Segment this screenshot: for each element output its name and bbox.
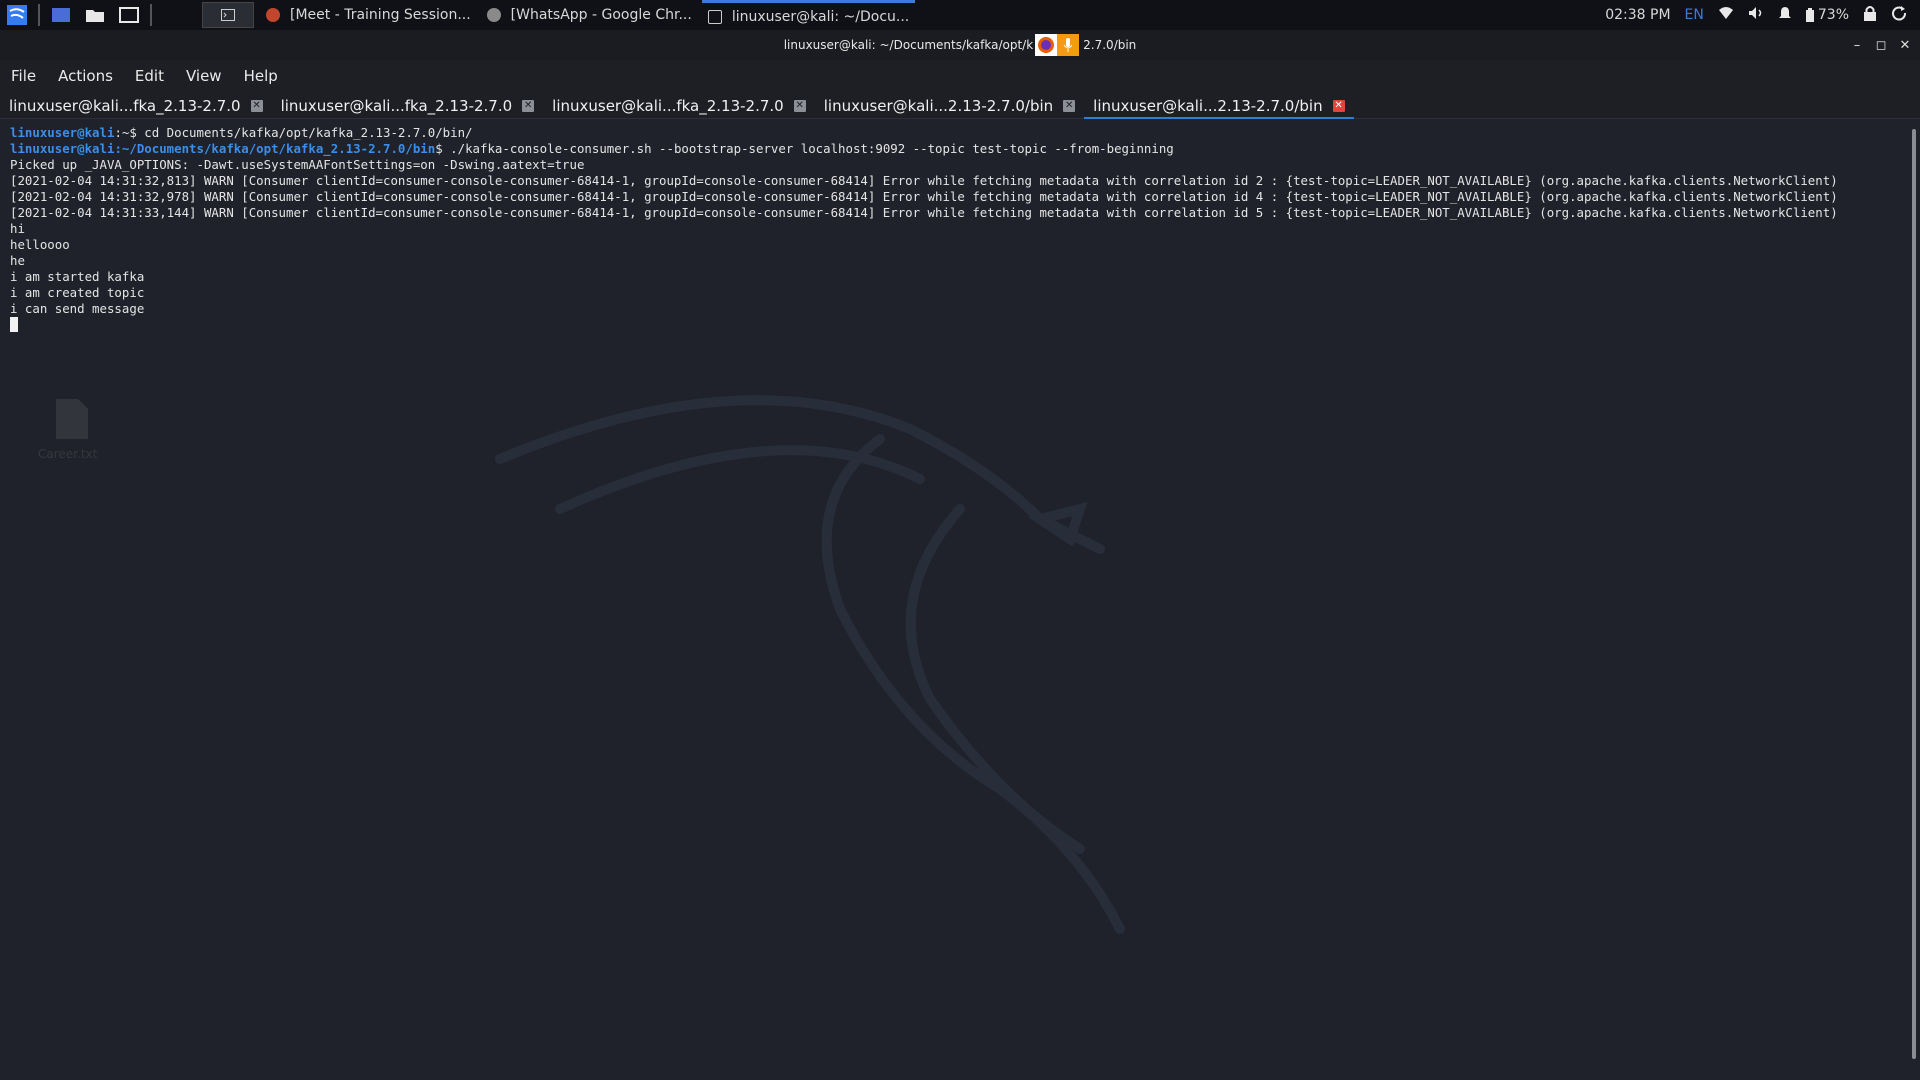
terminal-area[interactable]: linuxuser@kali:~$ cd Documents/kafka/opt… [0, 119, 1908, 1080]
menu-edit[interactable]: Edit [124, 67, 175, 85]
prompt-path: :~/Documents/kafka/opt/kafka_2.13-2.7.0/… [114, 141, 436, 156]
menubar: File Actions Edit View Help [0, 60, 1920, 92]
window-title-suffix: 2.7.0/bin [1083, 38, 1137, 52]
battery-indicator[interactable]: 73% [1805, 7, 1849, 23]
firefox-overlay-icon [1035, 34, 1058, 56]
kali-dragon-watermark [495, 395, 1125, 934]
firefox-icon [266, 8, 280, 22]
task-whatsapp[interactable]: [WhatsApp - Google Chr... [481, 0, 698, 30]
maximize-icon[interactable]: ◻ [1872, 38, 1890, 53]
microphone-icon [1057, 34, 1080, 56]
terminal-output: linuxuser@kali:~$ cd Documents/kafka/opt… [10, 125, 1888, 333]
terminal-cursor [10, 317, 18, 332]
task-label: [Meet - Training Session... [290, 7, 471, 23]
kali-menu-icon[interactable] [6, 4, 28, 26]
chrome-icon [486, 8, 501, 22]
window-titlebar[interactable]: linuxuser@kali: ~/Documents/kafka/opt/k … [0, 30, 1920, 60]
tab-label: linuxuser@kali...fka_2.13-2.7.0 [9, 97, 241, 115]
close-icon[interactable]: ✕ [1896, 38, 1914, 53]
tab-4[interactable]: linuxuser@kali...2.13-2.7.0/bin ✕ [815, 94, 1084, 118]
tab-label: linuxuser@kali...2.13-2.7.0/bin [823, 97, 1054, 115]
notifications-icon[interactable] [1778, 6, 1792, 24]
lock-icon[interactable] [1863, 5, 1877, 25]
tab-5[interactable]: linuxuser@kali...2.13-2.7.0/bin ✕ [1084, 94, 1355, 120]
menu-help[interactable]: Help [233, 67, 289, 85]
menu-view[interactable]: View [175, 67, 233, 85]
prompt-user: linuxuser@kali [10, 141, 115, 156]
prompt-user: linuxuser@kali [10, 125, 115, 140]
prompt-path: :~$ [114, 125, 137, 140]
window-title: linuxuser@kali: ~/Documents/kafka/opt/k [783, 38, 1034, 52]
desktop-file-icon: Career.txt [38, 399, 97, 461]
output-line: hi [10, 221, 25, 236]
output-line: [2021-02-04 14:31:33,144] WARN [Consumer… [10, 205, 1838, 220]
tab-bar: linuxuser@kali...fka_2.13-2.7.0 ✕ linuxu… [0, 92, 1920, 120]
tab-close-icon[interactable]: ✕ [522, 100, 535, 112]
tab-label: linuxuser@kali...fka_2.13-2.7.0 [280, 97, 513, 115]
output-line: he [10, 253, 25, 268]
output-line: Picked up _JAVA_OPTIONS: -Dawt.useSystem… [10, 157, 585, 172]
volume-icon[interactable] [1748, 6, 1764, 24]
keyboard-layout[interactable]: EN [1685, 7, 1704, 23]
output-line: [2021-02-04 14:31:32,978] WARN [Consumer… [10, 189, 1838, 204]
command-text: cd Documents/kafka/opt/kafka_2.13-2.7.0/… [136, 125, 473, 140]
tab-3[interactable]: linuxuser@kali...fka_2.13-2.7.0 ✕ [543, 94, 815, 118]
wifi-icon[interactable] [1718, 6, 1734, 24]
tab-close-icon[interactable]: ✕ [1332, 100, 1345, 112]
task-label: [WhatsApp - Google Chr... [510, 7, 692, 23]
system-tray: 02:38 PM EN 73% [1598, 0, 1920, 30]
task-terminal[interactable]: linuxuser@kali: ~/Docu... [701, 0, 916, 30]
menu-actions[interactable]: Actions [47, 67, 124, 85]
task-meet[interactable]: [Meet - Training Session... [260, 0, 477, 30]
command-text: ./kafka-console-consumer.sh --bootstrap-… [442, 141, 1174, 156]
output-line: [2021-02-04 14:31:32,813] WARN [Consumer… [10, 173, 1838, 188]
task-label: linuxuser@kali: ~/Docu... [731, 8, 910, 25]
window-controls: – ◻ ✕ [1842, 30, 1914, 60]
tab-close-icon[interactable]: ✕ [1063, 100, 1076, 112]
logout-icon[interactable] [1891, 5, 1907, 25]
show-desktop-icon[interactable] [50, 4, 72, 26]
terminal-icon [707, 9, 722, 24]
taskbar-separator [38, 4, 40, 26]
terminal-launcher-icon[interactable] [118, 4, 140, 26]
prompt-dollar: $ [435, 141, 443, 156]
output-line: i am created topic [10, 285, 145, 300]
clock[interactable]: 02:38 PM [1605, 7, 1670, 23]
scrollbar-thumb[interactable] [1912, 129, 1916, 1059]
output-line: i am started kafka [10, 269, 145, 284]
tab-label: linuxuser@kali...fka_2.13-2.7.0 [552, 97, 784, 115]
battery-percent: 73% [1817, 7, 1849, 23]
menu-file[interactable]: File [0, 67, 47, 85]
desktop-file-label: Career.txt [38, 447, 98, 461]
tab-1[interactable]: linuxuser@kali...fka_2.13-2.7.0 ✕ [0, 94, 272, 118]
workspace-terminal-icon[interactable] [202, 2, 254, 28]
output-line: i can send message [10, 301, 145, 316]
taskbar-separator [150, 4, 152, 26]
battery-icon [1805, 8, 1814, 22]
taskbar: [Meet - Training Session... [WhatsApp - … [0, 0, 1920, 30]
output-line: helloooo [10, 237, 70, 252]
terminal-scrollbar[interactable] [1908, 119, 1920, 1080]
tab-close-icon[interactable]: ✕ [793, 100, 806, 112]
tab-close-icon[interactable]: ✕ [250, 100, 263, 112]
minimize-icon[interactable]: – [1848, 38, 1866, 53]
tab-2[interactable]: linuxuser@kali...fka_2.13-2.7.0 ✕ [272, 94, 544, 118]
file-manager-icon[interactable] [84, 4, 106, 26]
tab-label: linuxuser@kali...2.13-2.7.0/bin [1093, 97, 1323, 115]
